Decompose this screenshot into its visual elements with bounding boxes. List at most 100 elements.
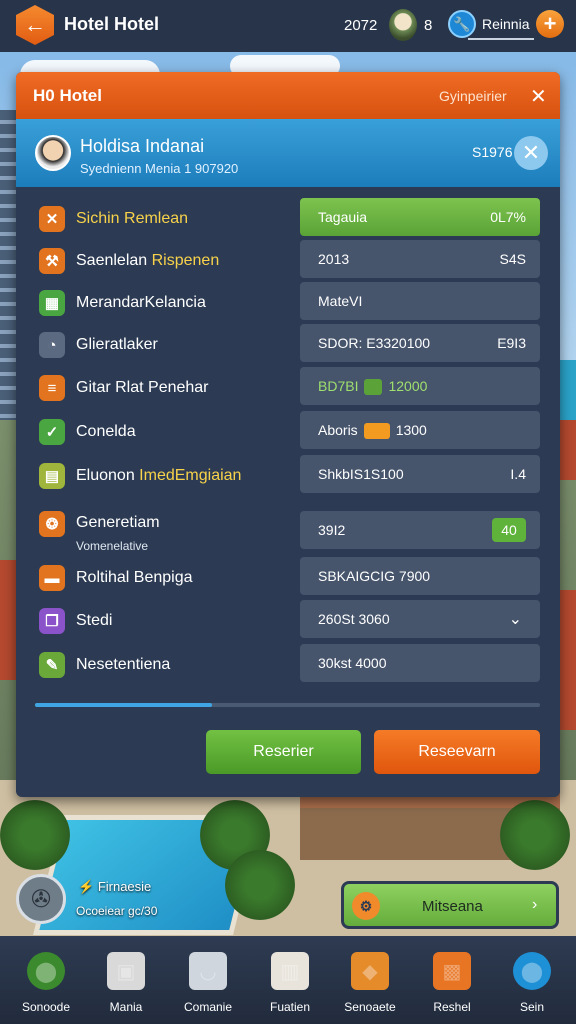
value-field[interactable]: Tagauia 0L7% bbox=[300, 198, 540, 236]
close-icon: ✕ bbox=[530, 86, 547, 108]
nav-item[interactable]: ⬤ Sein bbox=[492, 946, 572, 1018]
chat-icon: ⬤ bbox=[513, 952, 551, 990]
attribute-row[interactable]: ❐ Stedi 260St 3060 ⌄ bbox=[16, 600, 560, 640]
value-right: 0L7% bbox=[490, 209, 526, 225]
attribute-label-text: Saenlelan bbox=[76, 252, 148, 269]
pencil-icon: ✎ bbox=[39, 652, 65, 678]
value-text: Aboris 1300 bbox=[318, 422, 427, 440]
attribute-label: Saenlelan Rispenen bbox=[76, 252, 219, 270]
value-text-main: 39I2 bbox=[318, 522, 346, 538]
value-field[interactable]: ShkbIS1S100 I.4 bbox=[300, 455, 540, 493]
attribute-label: Roltihal Benpiga bbox=[76, 569, 193, 587]
gear-icon: ⚙ bbox=[352, 892, 380, 920]
attribute-row[interactable]: ⚒ Saenlelan Rispenen 2013 S4S bbox=[16, 240, 560, 280]
value-text-main: SBKAIGCIG 7900 bbox=[318, 568, 431, 584]
resource-label: Reinnia bbox=[482, 16, 530, 32]
nav-label: Reshel bbox=[433, 1000, 471, 1014]
bottom-nav: ⬤ Sonoode ▣ Mania ◡ Comanie ▥ Fuatien ◆ Senoaete ▩… bbox=[0, 936, 576, 1024]
attribute-label-text: Nesetentiena bbox=[76, 656, 171, 673]
guest-bar: Holdisa Indanai Syednienn Menia 1 907920… bbox=[16, 119, 560, 187]
value-text: ShkbIS1S100 bbox=[318, 466, 404, 482]
player-stat-count: 2072 bbox=[344, 17, 378, 34]
value-field[interactable]: BD7BI 12000 bbox=[300, 367, 540, 405]
progress-bar bbox=[35, 703, 540, 707]
value-text-main: BD7BI bbox=[318, 378, 359, 394]
nav-item[interactable]: ▥ Fuatien bbox=[250, 946, 330, 1018]
value-text: 260St 3060 bbox=[318, 611, 390, 627]
app-title: Hotel Hotel bbox=[64, 14, 160, 34]
nav-item[interactable]: ⬤ Sonoode bbox=[6, 946, 86, 1018]
player-avatar[interactable] bbox=[389, 9, 417, 41]
nav-item[interactable]: ▩ Reshel bbox=[412, 946, 492, 1018]
value-dropdown[interactable]: 260St 3060 ⌄ bbox=[300, 600, 540, 638]
globe-icon: ⬤ bbox=[27, 952, 65, 990]
resource-underline bbox=[468, 38, 534, 40]
value-field[interactable]: SBKAIGCIG 7900 bbox=[300, 557, 540, 595]
scroll-icon: ▥ bbox=[271, 952, 309, 990]
value-field[interactable]: 2013 S4S bbox=[300, 240, 540, 278]
nav-label: Sonoode bbox=[21, 1000, 71, 1014]
book-icon: ❐ bbox=[39, 608, 65, 634]
nav-label: Mania bbox=[109, 1000, 143, 1014]
value-right: S4S bbox=[499, 251, 526, 267]
guest-close-button[interactable]: ✕ bbox=[514, 136, 548, 170]
attribute-row[interactable]: ✕ Sichin Remlean Tagauia 0L7% bbox=[16, 198, 560, 238]
attribute-label: Eluonon ImedEmgiaian bbox=[76, 467, 241, 485]
value-field[interactable]: 39I2 40 bbox=[300, 511, 540, 549]
value-text: Tagauia bbox=[318, 209, 367, 225]
value-badge: 40 bbox=[492, 518, 526, 542]
value-text: MateVI bbox=[318, 293, 362, 309]
nav-item[interactable]: ◡ Comanie bbox=[168, 946, 248, 1018]
chart-icon: ▦ bbox=[39, 290, 65, 316]
attribute-row[interactable]: ▤ Eluonon ImedEmgiaian ShkbIS1S100 I.4 bbox=[16, 455, 560, 495]
nav-item[interactable]: ◆ Senoaete bbox=[330, 946, 410, 1018]
back-button[interactable]: ← bbox=[16, 5, 54, 45]
card-icon: ▩ bbox=[433, 952, 471, 990]
value-right: I.4 bbox=[510, 466, 526, 482]
mission-button[interactable]: ⚙ Mitseana › bbox=[341, 881, 559, 929]
check-icon: ✓ bbox=[39, 419, 65, 445]
attribute-row[interactable]: ▦ MerandarKelancia MateVI bbox=[16, 282, 560, 322]
nav-label: Senoaete bbox=[344, 1000, 396, 1014]
attribute-row[interactable]: ≡ Gitar Rlat Penehar BD7BI 12000 bbox=[16, 367, 560, 407]
fan-button[interactable]: ✇ bbox=[16, 874, 66, 924]
attribute-label-text: Sichin Remlean bbox=[76, 210, 189, 227]
back-arrow-icon: ← bbox=[24, 12, 46, 37]
box-icon: ▣ bbox=[107, 952, 145, 990]
panel-close-button[interactable]: ✕ bbox=[530, 84, 547, 109]
value-badge: 12000 bbox=[388, 378, 428, 394]
progress-fill bbox=[35, 703, 212, 707]
attribute-label: Sichin Remlean bbox=[76, 210, 188, 228]
value-field[interactable]: 30kst 4000 bbox=[300, 644, 540, 682]
roof bbox=[558, 590, 576, 730]
value-text: SBKAIGCIG 7900 bbox=[318, 568, 430, 584]
attribute-row[interactable]: ◔ Glieratlaker SDOR: E3320100 E9I3 bbox=[16, 324, 560, 364]
document-icon: ▤ bbox=[39, 463, 65, 489]
guest-info: Syednienn Menia 1 907920 bbox=[80, 161, 239, 176]
swirl-icon: ❂ bbox=[39, 511, 65, 537]
resource-pill[interactable]: 🔧 Reinnia + bbox=[448, 10, 564, 40]
attribute-row[interactable]: ❂ Generetiam Vomenelative 39I2 40 bbox=[16, 511, 560, 553]
value-field[interactable]: SDOR: E3320100 E9I3 bbox=[300, 324, 540, 362]
panel-title: H0 Hotel bbox=[33, 86, 102, 105]
value-text-main: Tagauia bbox=[318, 209, 368, 225]
add-resource-button[interactable]: + bbox=[536, 10, 564, 38]
palm-tree bbox=[0, 800, 70, 870]
nav-item[interactable]: ▣ Mania bbox=[86, 946, 166, 1018]
attribute-label-highlight: ImedEmgiaian bbox=[139, 467, 242, 484]
attribute-row[interactable]: ✓ Conelda Aboris 1300 bbox=[16, 411, 560, 451]
attribute-label-text: Eluonon bbox=[76, 467, 135, 484]
wrench-icon: 🔧 bbox=[448, 10, 476, 38]
reservation-button[interactable]: Reseevarn bbox=[374, 730, 540, 774]
bolt-icon: ⚡ bbox=[78, 879, 95, 894]
value-text-main: MateVI bbox=[318, 293, 363, 309]
value-field[interactable]: Aboris 1300 bbox=[300, 411, 540, 449]
value-text-main: 2013 bbox=[318, 251, 350, 267]
reserve-button[interactable]: Reserier bbox=[206, 730, 361, 774]
attribute-row[interactable]: ▬ Roltihal Benpiga SBKAIGCIG 7900 bbox=[16, 557, 560, 597]
nav-label: Fuatien bbox=[269, 1000, 311, 1014]
attribute-row[interactable]: ✎ Nesetentiena 30kst 4000 bbox=[16, 644, 560, 684]
value-field[interactable]: MateVI bbox=[300, 282, 540, 320]
mission-button-label: Mitseana bbox=[422, 898, 483, 915]
attribute-label: MerandarKelancia bbox=[76, 294, 206, 312]
